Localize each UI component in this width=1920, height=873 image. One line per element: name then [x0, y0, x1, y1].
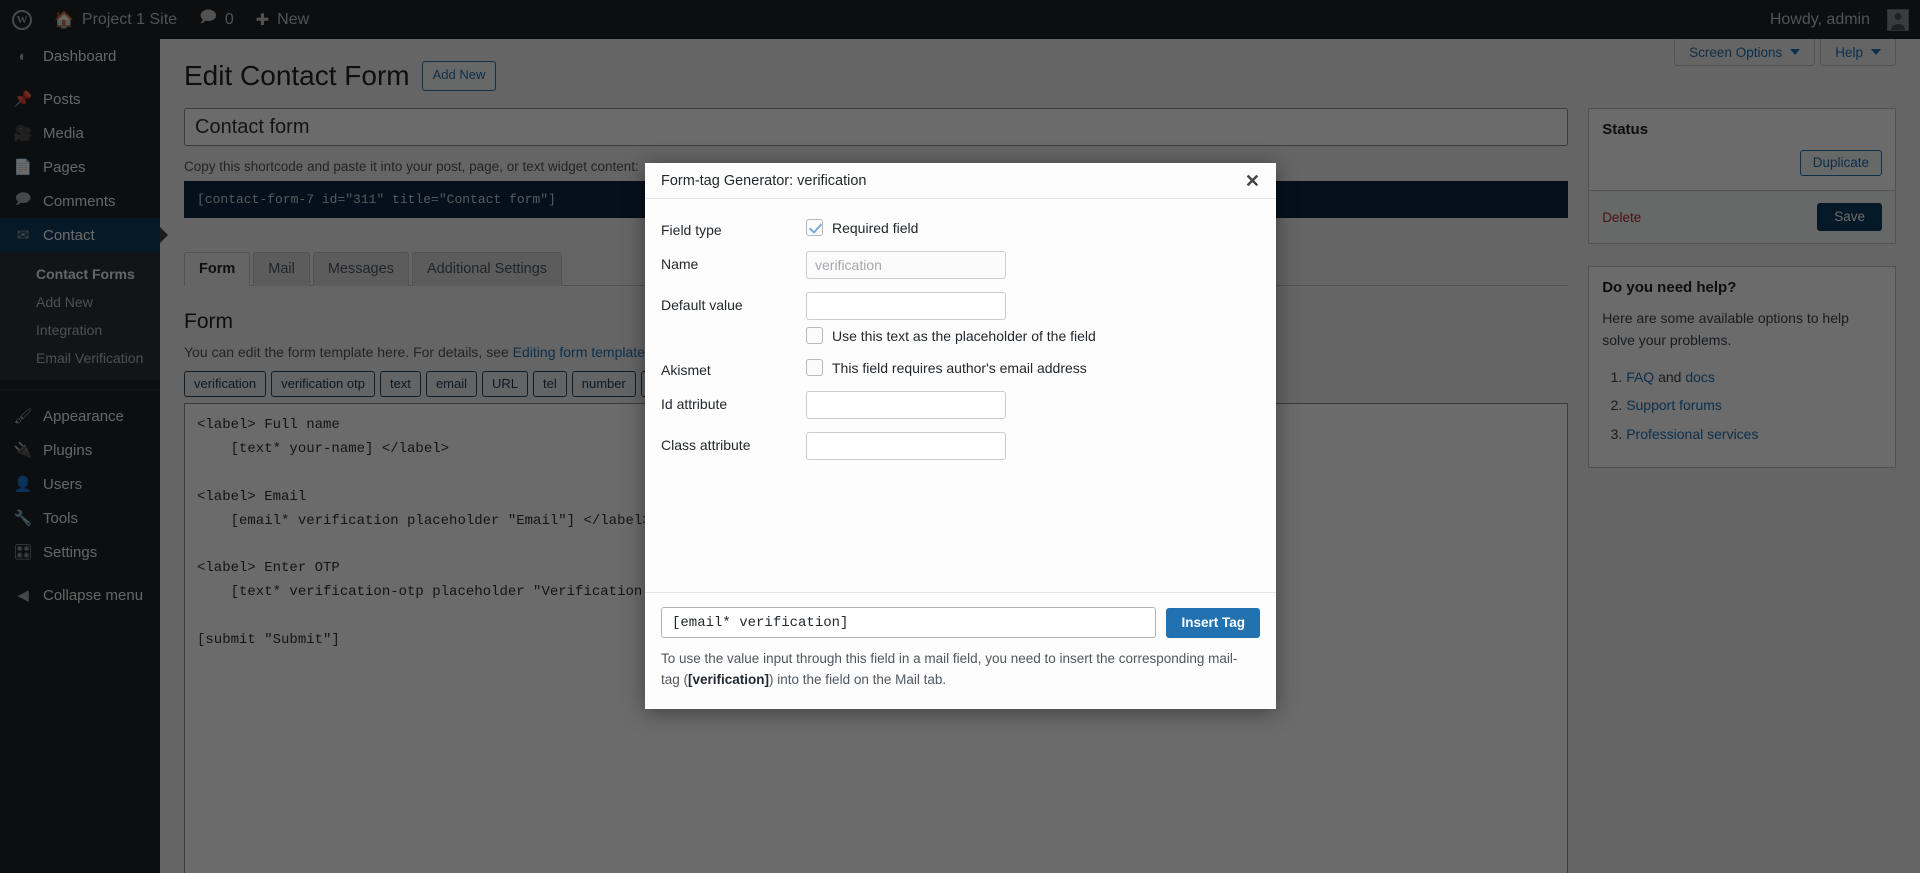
class-attribute-input[interactable]: [806, 432, 1006, 460]
admin-page: 🏠 Project 1 Site 🗩 0 ✚ New Howdy, admin …: [0, 0, 1920, 873]
akismet-label: Akismet: [661, 362, 711, 378]
modal-footer: Insert Tag To use the value input throug…: [645, 592, 1276, 709]
default-value-row: Default value Use this text as the place…: [661, 292, 1260, 344]
required-field-label: Required field: [832, 219, 919, 236]
default-value-label: Default value: [661, 297, 743, 313]
default-value-control: Use this text as the placeholder of the …: [806, 292, 1260, 344]
required-field-checkbox[interactable]: [806, 219, 823, 236]
class-attribute-control: [806, 432, 1260, 460]
name-row: Name: [661, 251, 1260, 279]
name-input[interactable]: [806, 251, 1006, 279]
akismet-checkbox[interactable]: [806, 359, 823, 376]
name-label: Name: [661, 256, 699, 272]
class-attribute-label: Class attribute: [661, 437, 751, 453]
modal-header: Form-tag Generator: verification ✕: [645, 163, 1276, 199]
default-value-input[interactable]: [806, 292, 1006, 320]
field-type-row: Field type Required field: [661, 217, 1260, 238]
name-control: [806, 251, 1260, 279]
modal-body: Field type Required field Name Default v…: [645, 199, 1276, 592]
required-field-toggle[interactable]: Required field: [806, 217, 1260, 236]
placeholder-checkbox-label: Use this text as the placeholder of the …: [832, 327, 1096, 344]
mail-note-tag: [verification]: [688, 672, 770, 688]
close-x-icon[interactable]: ✕: [1245, 172, 1260, 190]
id-attribute-label: Id attribute: [661, 396, 728, 412]
field-type-control: Required field: [806, 217, 1260, 236]
id-attribute-row: Id attribute: [661, 391, 1260, 419]
mail-tag-note: To use the value input through this fiel…: [661, 649, 1251, 691]
form-tag-generator-modal: Form-tag Generator: verification ✕ Field…: [645, 163, 1276, 709]
akismet-row: Akismet This field requires author's ema…: [661, 357, 1260, 378]
field-type-label: Field type: [661, 222, 722, 238]
placeholder-checkbox[interactable]: [806, 327, 823, 344]
generated-tag-row: Insert Tag: [661, 607, 1260, 639]
insert-tag-button[interactable]: Insert Tag: [1166, 607, 1260, 638]
modal-title: Form-tag Generator: verification: [661, 172, 867, 189]
akismet-checkbox-label: This field requires author's email addre…: [832, 359, 1087, 376]
mail-note-after: ) into the field on the Mail tab.: [769, 672, 947, 688]
id-attribute-input[interactable]: [806, 391, 1006, 419]
placeholder-toggle[interactable]: Use this text as the placeholder of the …: [806, 327, 1260, 344]
generated-tag-input[interactable]: [661, 607, 1157, 639]
id-attribute-control: [806, 391, 1260, 419]
akismet-control: This field requires author's email addre…: [806, 357, 1260, 376]
class-attribute-row: Class attribute: [661, 432, 1260, 460]
akismet-toggle[interactable]: This field requires author's email addre…: [806, 359, 1260, 376]
